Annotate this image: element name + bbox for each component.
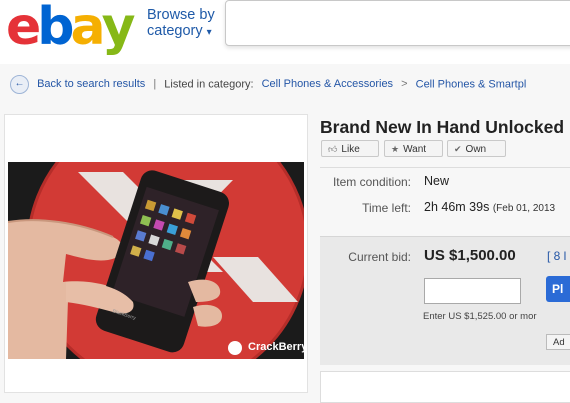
arrow-left-icon[interactable]: ← — [10, 75, 29, 94]
own-button[interactable]: ✔ Own — [447, 140, 506, 157]
check-icon: ✔ — [454, 144, 462, 154]
star-icon: ★ — [391, 144, 400, 154]
bid-hint: Enter US $1,525.00 or mor — [423, 311, 537, 322]
logo-letter: a — [70, 0, 106, 57]
lower-panel — [320, 371, 570, 403]
chevron-down-icon: ▾ — [206, 27, 212, 38]
browse-by-category-button[interactable]: Browse by category ▾ — [147, 7, 215, 41]
bid-amount-input[interactable] — [424, 278, 521, 304]
like-button[interactable]: 👍︎ Like — [321, 140, 379, 157]
time-left-value: 2h 46m 39s (Feb 01, 2013 — [424, 200, 555, 214]
time-left-date: (Feb 01, 2013 — [492, 203, 556, 214]
category-link-cell-phones-smartphones[interactable]: Cell Phones & Smartpl — [416, 78, 527, 90]
browse-line1: Browse by — [147, 7, 215, 23]
breadcrumb-arrow: > — [401, 78, 408, 91]
item-photo-graphic — [8, 162, 304, 359]
current-bid-label: Current bid: — [348, 250, 411, 264]
breadcrumb-separator: | — [153, 78, 157, 91]
divider — [320, 167, 570, 168]
back-to-search-link[interactable]: Back to search results — [37, 78, 145, 90]
breadcrumb: ← Back to search results | Listed in cat… — [10, 75, 526, 95]
condition-value: New — [424, 174, 450, 188]
logo-letter: e — [6, 0, 41, 57]
ebay-logo[interactable]: ebay — [6, 0, 136, 57]
category-link-cell-phones-accessories[interactable]: Cell Phones & Accessories — [262, 78, 393, 90]
item-photo[interactable]: CrackBerry BlackBerry — [8, 162, 304, 359]
bids-count-link[interactable]: [ 8 l — [547, 249, 566, 263]
logo-letter: y — [101, 0, 136, 57]
thumbs-up-icon: 👍︎ — [328, 144, 338, 154]
own-label: Own — [465, 144, 487, 155]
listed-in-label: Listed in category: — [164, 78, 254, 91]
add-to-watch-list-button[interactable]: Ad — [546, 334, 570, 350]
time-left-label: Time left: — [362, 201, 411, 215]
condition-label: Item condition: — [332, 175, 411, 189]
listing-title: Brand New In Hand Unlocked B — [320, 117, 570, 137]
want-button[interactable]: ★ Want — [384, 140, 443, 157]
want-label: Want — [403, 144, 427, 155]
browse-line2: category — [147, 23, 203, 39]
search-input[interactable] — [225, 0, 570, 46]
place-bid-button[interactable]: Pl — [546, 276, 570, 302]
current-bid-value: US $1,500.00 — [424, 247, 516, 264]
logo-letter: b — [37, 0, 74, 57]
time-left-countdown: 2h 46m 39s — [424, 200, 490, 214]
like-label: Like — [341, 144, 360, 155]
crackberry-watermark: CrackBerry — [248, 341, 304, 353]
